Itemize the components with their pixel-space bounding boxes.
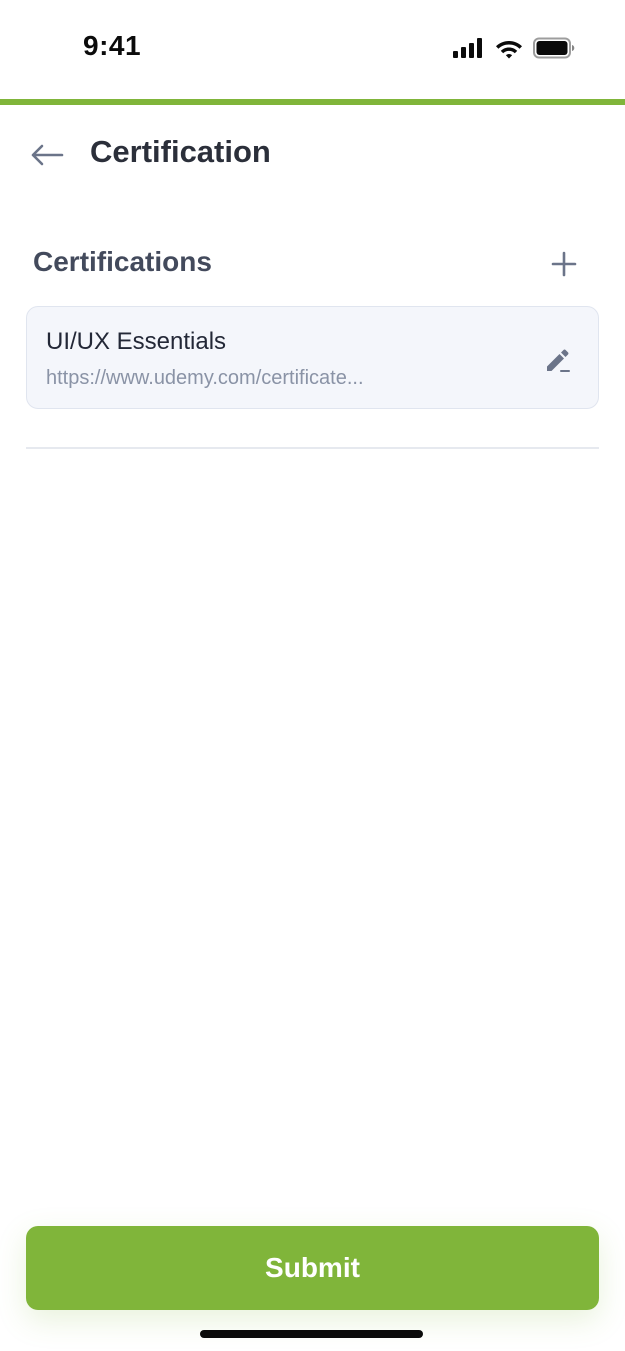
app-header: Certification bbox=[0, 105, 625, 205]
certification-card[interactable]: UI/UX Essentials https://www.udemy.com/c… bbox=[26, 306, 599, 409]
wifi-icon bbox=[496, 41, 522, 59]
certification-name: UI/UX Essentials bbox=[46, 328, 227, 355]
status-time: 9:41 bbox=[83, 30, 142, 61]
page-title: Certification bbox=[90, 134, 271, 169]
battery-icon bbox=[533, 37, 575, 59]
section-title: Certifications bbox=[33, 246, 212, 277]
status-icons bbox=[453, 36, 575, 60]
status-bar: 9:41 bbox=[0, 0, 625, 99]
arrow-left-icon bbox=[31, 144, 64, 166]
add-certification-button[interactable] bbox=[546, 246, 582, 282]
pencil-icon bbox=[547, 349, 570, 372]
plus-icon bbox=[551, 251, 577, 277]
section-divider bbox=[26, 447, 599, 449]
edit-certification-button[interactable] bbox=[541, 343, 575, 377]
submit-button[interactable]: Submit bbox=[26, 1226, 599, 1310]
back-button[interactable] bbox=[24, 135, 70, 175]
home-indicator bbox=[200, 1330, 423, 1338]
certification-url: https://www.udemy.com/certificate... bbox=[46, 367, 364, 389]
certification-screen: 9:41 Certification Certifications UI/UX … bbox=[0, 0, 625, 1351]
signal-icon bbox=[453, 38, 482, 58]
